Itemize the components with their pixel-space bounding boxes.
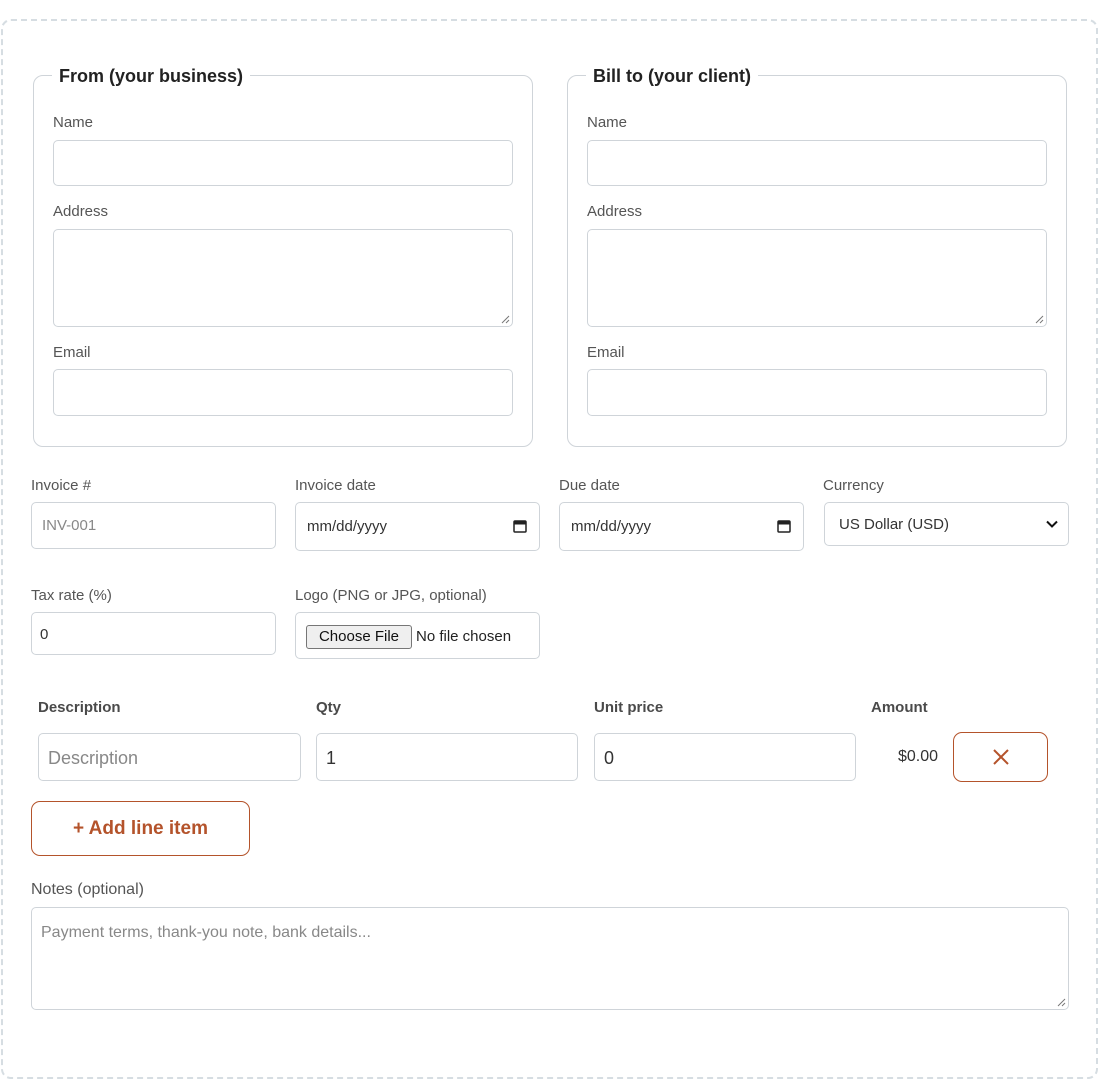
invoice-date-value: mm/dd/yyyy (307, 518, 388, 535)
notes-textarea[interactable]: Payment terms, thank-you note, bank deta… (31, 907, 1069, 1010)
choose-file-button[interactable]: Choose File (306, 625, 412, 649)
bill-to-address-textarea[interactable] (587, 229, 1047, 327)
column-header-unit-price: Unit price (594, 699, 664, 716)
invoice-number-label: Invoice # (31, 477, 92, 494)
currency-label: Currency (823, 477, 884, 494)
add-line-item-button[interactable]: + Add line item (31, 801, 250, 856)
currency-value: US Dollar (USD) (839, 516, 950, 533)
invoice-date-input[interactable]: mm/dd/yyyy (295, 502, 540, 551)
due-date-label: Due date (559, 477, 620, 494)
resize-handle-icon[interactable] (1057, 998, 1066, 1007)
column-header-amount: Amount (871, 699, 928, 716)
tax-rate-input[interactable]: 0 (31, 612, 276, 655)
bill-to-name-label: Name (587, 114, 628, 131)
bill-to-email-input[interactable] (587, 369, 1047, 416)
notes-placeholder: Payment terms, thank-you note, bank deta… (41, 924, 371, 941)
column-header-description: Description (38, 699, 121, 716)
line-item-description-placeholder: Description (48, 748, 139, 768)
bill-to-legend: Bill to (your client) (586, 64, 759, 88)
invoice-number-input[interactable]: INV-001 (31, 502, 276, 549)
due-date-value: mm/dd/yyyy (571, 518, 652, 535)
from-name-input[interactable] (53, 140, 513, 186)
from-business-legend: From (your business) (52, 64, 251, 88)
tax-rate-label: Tax rate (%) (31, 587, 112, 604)
resize-handle-icon[interactable] (501, 315, 510, 324)
column-header-qty: Qty (316, 699, 342, 716)
logo-file-input[interactable]: Choose File No file chosen (295, 612, 540, 659)
from-address-label: Address (53, 203, 109, 220)
bill-to-name-input[interactable] (587, 140, 1047, 186)
from-address-textarea[interactable] (53, 229, 513, 327)
calendar-icon[interactable] (777, 519, 791, 533)
logo-label: Logo (PNG or JPG, optional) (295, 587, 487, 604)
line-item-description-input[interactable]: Description (38, 733, 301, 781)
line-item-qty-input[interactable]: 1 (316, 733, 578, 781)
line-item-amount: $0.00 (898, 748, 939, 765)
close-icon (992, 749, 1009, 765)
invoice-number-placeholder: INV-001 (42, 517, 97, 534)
calendar-icon[interactable] (513, 519, 527, 533)
from-email-label: Email (53, 344, 91, 361)
chevron-down-icon (1046, 520, 1058, 528)
line-item-unit-price-value: 0 (604, 748, 615, 768)
line-item-qty-value: 1 (326, 748, 337, 768)
from-name-label: Name (53, 114, 94, 131)
remove-line-item-button[interactable] (953, 732, 1048, 782)
invoice-date-label: Invoice date (295, 477, 376, 494)
no-file-chosen-text: No file chosen (416, 628, 512, 645)
due-date-input[interactable]: mm/dd/yyyy (559, 502, 804, 551)
resize-handle-icon[interactable] (1035, 315, 1044, 324)
bill-to-email-label: Email (587, 344, 625, 361)
notes-label: Notes (optional) (31, 881, 144, 898)
tax-rate-value: 0 (40, 626, 49, 643)
from-email-input[interactable] (53, 369, 513, 416)
bill-to-address-label: Address (587, 203, 643, 220)
line-item-unit-price-input[interactable]: 0 (594, 733, 856, 781)
currency-select[interactable]: US Dollar (USD) (824, 502, 1069, 546)
